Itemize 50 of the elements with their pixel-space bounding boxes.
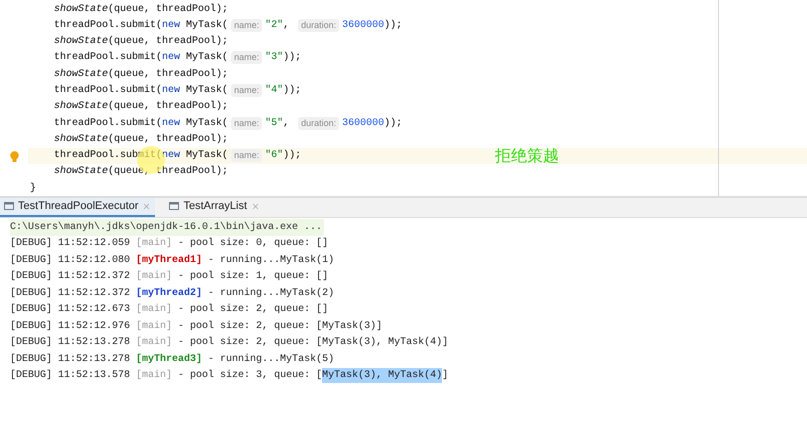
log-text: - running...MyTask(1) bbox=[207, 254, 334, 268]
thread-name: [myThread2] bbox=[136, 286, 202, 301]
log-text: - pool size: 2, queue: [MyTask(3), MyTask(4)] bbox=[177, 336, 448, 350]
code-line: threadPool.submit(new MyTask( name: "2", duration: 3600000)); bbox=[54, 18, 402, 33]
code-line: threadPool.submit(new MyTask( name: "4")); bbox=[54, 83, 302, 98]
log-text: ] bbox=[442, 368, 448, 384]
close-icon[interactable] bbox=[251, 202, 260, 210]
code-line: threadPool.submit(new MyTask( name: "5", duration: 3600000)); bbox=[54, 116, 402, 131]
log-text: [DEBUG] 11:52:12.372 bbox=[10, 270, 132, 284]
code-line: showState(queue, threadPool); bbox=[54, 132, 228, 147]
log-text: [DEBUG] 11:52:12.673 bbox=[10, 302, 132, 318]
log-text: - pool size: 2, queue: [MyTask(3)] bbox=[177, 320, 382, 334]
annotation-text: 拒绝策越 bbox=[495, 146, 559, 167]
thread-name: [main] bbox=[136, 236, 172, 252]
log-text: - running...MyTask(5) bbox=[207, 352, 334, 367]
thread-name: [main] bbox=[136, 368, 172, 384]
thread-name: [main] bbox=[136, 320, 172, 334]
run-config-icon bbox=[169, 201, 180, 211]
log-text: - pool size: 1, queue: [] bbox=[177, 270, 328, 284]
console-tab[interactable]: TestThreadPoolExecutor bbox=[0, 197, 156, 217]
code-line: showState(queue, threadPool); bbox=[54, 2, 228, 17]
run-config-icon bbox=[4, 201, 14, 211]
log-text: [DEBUG] 11:52:13.278 bbox=[10, 352, 132, 367]
log-text: - pool size: 2, queue: [] bbox=[177, 302, 328, 318]
close-icon[interactable] bbox=[142, 202, 152, 210]
log-text: - pool size: 0, queue: [] bbox=[177, 236, 328, 252]
thread-name: [myThread1] bbox=[136, 254, 202, 268]
log-text: - running...MyTask(2) bbox=[207, 286, 334, 301]
code-line: showState(queue, threadPool); bbox=[54, 164, 228, 180]
console-command: C:\Users\manyh\.jdks\openjdk-16.0.1\bin\java.exe ... bbox=[10, 219, 324, 236]
code-line: threadPool.submit(new MyTask( name: "3")); bbox=[54, 50, 302, 66]
thread-name: [main] bbox=[136, 336, 172, 350]
log-text: [DEBUG] 11:52:13.278 bbox=[10, 336, 132, 350]
log-text: [DEBUG] 11:52:12.080 bbox=[10, 254, 132, 268]
thread-name: [main] bbox=[136, 302, 172, 318]
log-text: [DEBUG] 11:52:13.578 bbox=[10, 368, 132, 384]
log-text: - pool size: 3, queue: [ bbox=[177, 368, 322, 384]
lightbulb-icon[interactable] bbox=[10, 150, 18, 163]
thread-name: [myThread3] bbox=[136, 352, 202, 367]
code-line: showState(queue, threadPool); bbox=[54, 68, 228, 82]
selected-text: MyTask(3), MyTask(4) bbox=[322, 368, 442, 384]
code-line: showState(queue, threadPool); bbox=[54, 100, 228, 114]
log-text: [DEBUG] 11:52:12.059 bbox=[10, 236, 132, 252]
console-tab[interactable]: TestArrayList bbox=[165, 197, 264, 217]
code-line: threadPool.submit(new MyTask( name: "6")); bbox=[54, 148, 302, 164]
closing-brace: } bbox=[30, 182, 36, 196]
log-text: [DEBUG] 11:52:12.372 bbox=[10, 286, 132, 301]
log-text: [DEBUG] 11:52:12.976 bbox=[10, 320, 132, 334]
code-line: showState(queue, threadPool); bbox=[54, 34, 228, 50]
thread-name: [main] bbox=[136, 270, 172, 284]
